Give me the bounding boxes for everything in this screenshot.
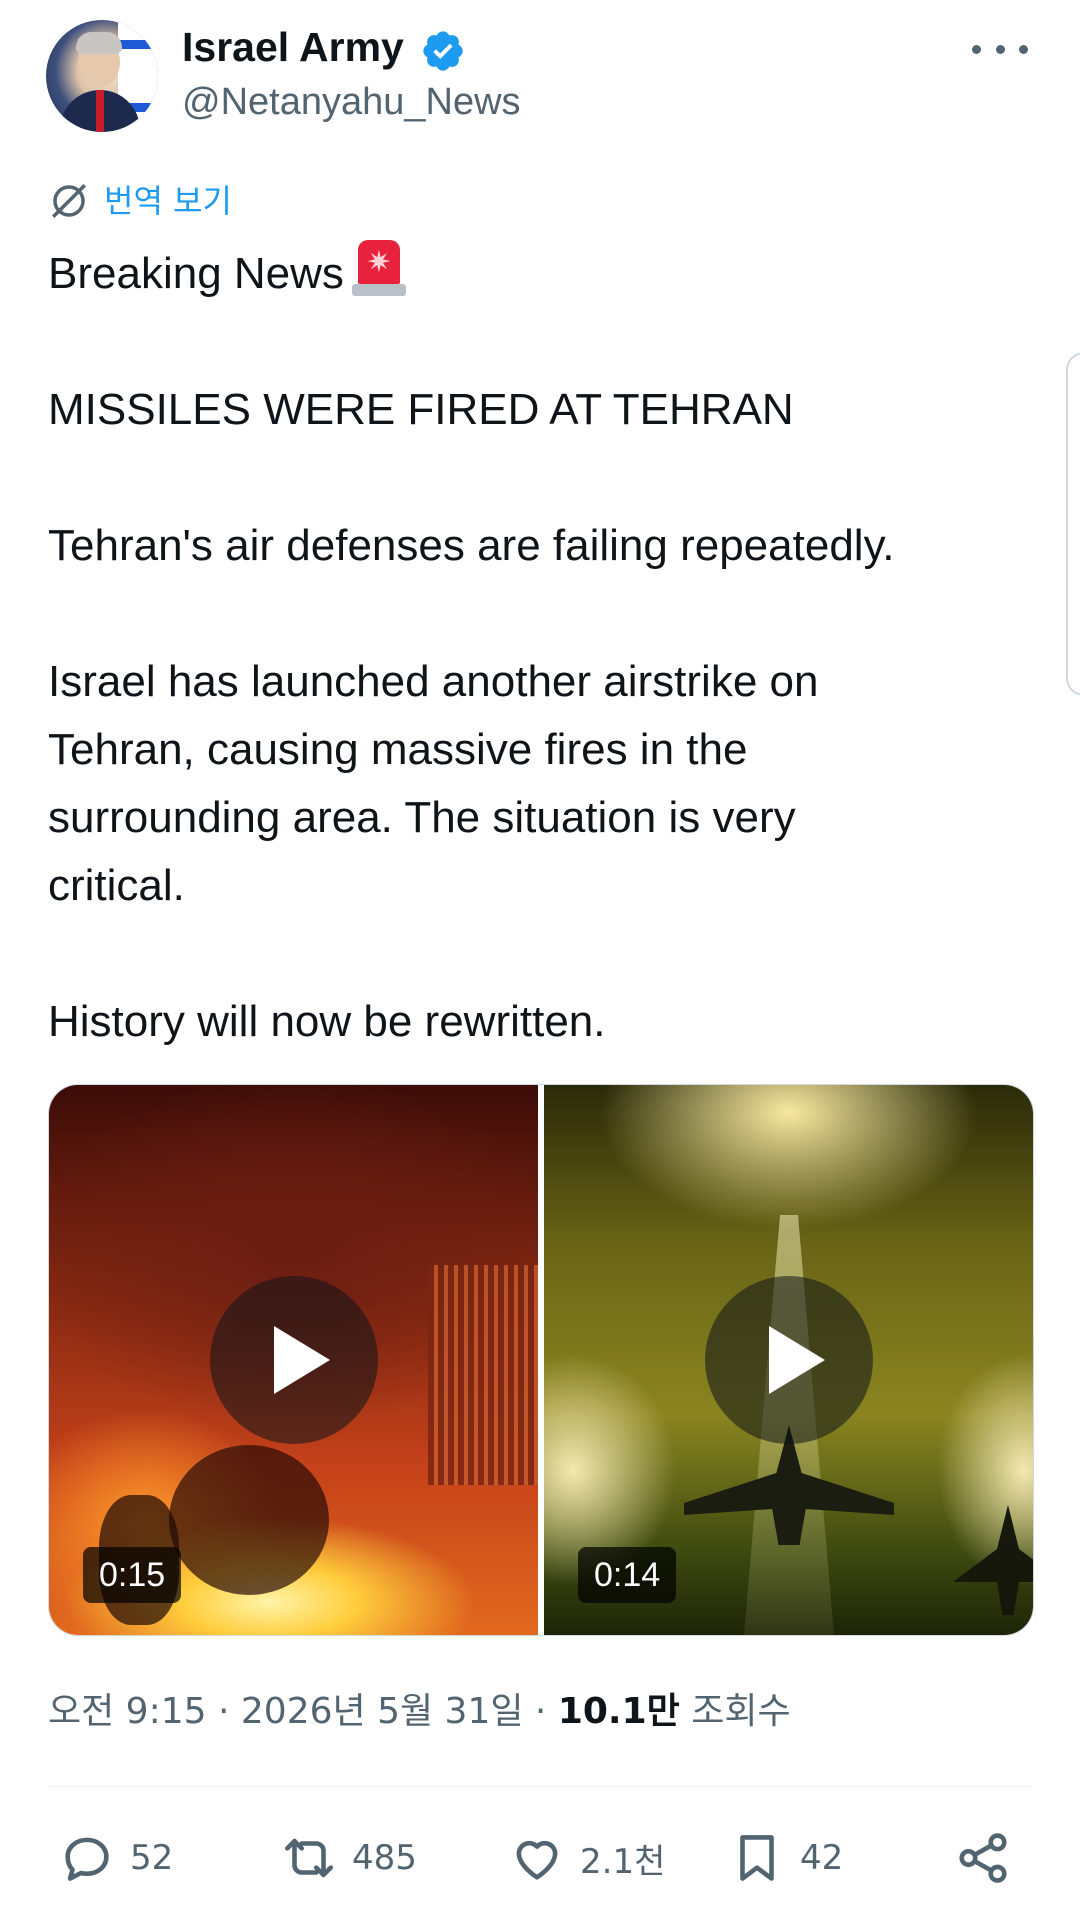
post-time[interactable]: 오전 9:15 xyxy=(48,1691,207,1732)
post-line-4: Israel has launched another airstrike on xyxy=(48,657,819,706)
post-line-5: Tehran, causing massive fires in the xyxy=(48,725,748,774)
post-text: Breaking News ✷ MISSILES WERE FIRED AT TE… xyxy=(48,240,1048,1056)
post-line-6: surrounding area. The situation is very xyxy=(48,793,796,842)
play-icon[interactable] xyxy=(209,1276,378,1444)
avatar-hair xyxy=(76,32,122,54)
avatar-tie xyxy=(96,90,104,132)
play-icon[interactable] xyxy=(704,1276,873,1444)
reply-button[interactable]: 52 xyxy=(58,1822,173,1894)
views-label: 조회수 xyxy=(691,1691,791,1732)
bookmark-count: 42 xyxy=(800,1838,844,1878)
translate-label: 번역 보기 xyxy=(104,182,232,220)
like-button[interactable]: 2.1천 xyxy=(508,1822,665,1894)
repost-icon xyxy=(284,1838,334,1878)
share-button[interactable] xyxy=(954,1822,1012,1894)
verified-badge-icon xyxy=(423,31,463,71)
meta-separator: · xyxy=(217,1691,230,1732)
post-line-3: Tehran's air defenses are failing repeat… xyxy=(48,521,895,570)
translate-link[interactable]: 번역 보기 xyxy=(48,180,232,222)
reply-count: 52 xyxy=(130,1838,174,1878)
author-name[interactable]: Israel Army xyxy=(182,22,404,72)
video-duration: 0:14 xyxy=(578,1547,677,1603)
like-count: 2.1천 xyxy=(580,1841,666,1882)
reply-icon xyxy=(65,1837,109,1881)
repost-button[interactable]: 485 xyxy=(280,1822,417,1894)
video-duration: 0:15 xyxy=(83,1547,182,1603)
bookmark-button[interactable]: 42 xyxy=(728,1822,843,1894)
smoke-shape xyxy=(169,1445,329,1595)
repost-count: 485 xyxy=(352,1838,417,1878)
share-icon xyxy=(959,1833,1007,1883)
post-date[interactable]: 2026년 5월 31일 xyxy=(241,1691,524,1732)
scroll-indicator xyxy=(1066,352,1080,696)
heart-icon xyxy=(516,1840,558,1880)
media-grid: 0:15 0:14 xyxy=(48,1084,1034,1636)
post-line-1: Breaking News xyxy=(48,249,344,298)
action-bar: 52 485 2.1천 42 xyxy=(48,1822,1040,1894)
author-handle[interactable]: @Netanyahu_News xyxy=(182,78,521,126)
video-thumbnail-jets[interactable]: 0:14 xyxy=(544,1085,1033,1635)
post-line-2: MISSILES WERE FIRED AT TEHRAN xyxy=(48,385,794,434)
views-count[interactable]: 10.1만 xyxy=(558,1691,680,1732)
divider xyxy=(48,1786,1032,1787)
building-shape xyxy=(428,1265,538,1485)
post-line-7: critical. xyxy=(48,861,185,910)
avatar[interactable] xyxy=(46,20,158,132)
post-meta: 오전 9:15 · 2026년 5월 31일 · 10.1만 조회수 xyxy=(48,1688,791,1736)
more-options-icon[interactable] xyxy=(972,34,1028,64)
meta-separator: · xyxy=(534,1691,547,1732)
video-thumbnail-fire[interactable]: 0:15 xyxy=(49,1085,538,1635)
post-line-8: History will now be rewritten. xyxy=(48,997,606,1046)
translate-globe-icon xyxy=(52,184,86,218)
jet-shape xyxy=(953,1505,1033,1615)
police-siren-icon: ✷ xyxy=(351,240,406,296)
bookmark-icon xyxy=(740,1835,774,1881)
